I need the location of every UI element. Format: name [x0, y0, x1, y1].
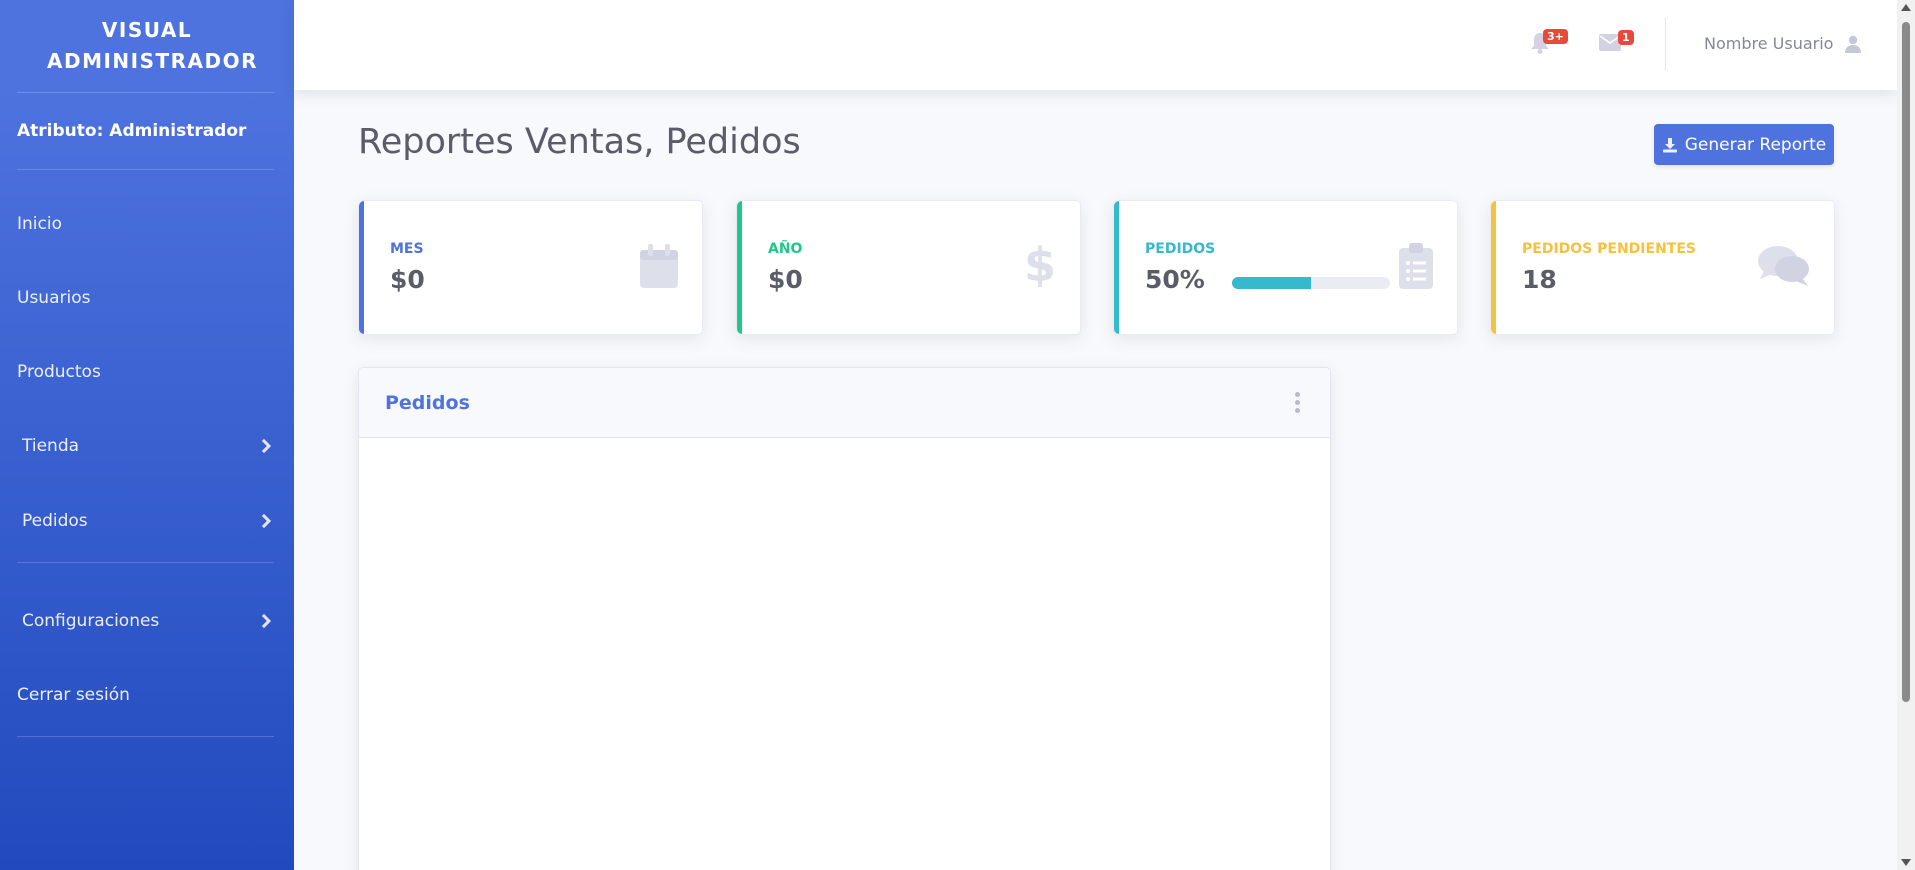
panel-title: Pedidos [385, 391, 470, 414]
user-menu[interactable]: Nombre Usuario [1704, 34, 1862, 53]
brand-text: VISUAL ADMINISTRADOR [47, 18, 259, 73]
sidebar-item-label: Pedidos [22, 511, 88, 531]
sidebar-item-pedidos[interactable]: Pedidos [0, 501, 294, 541]
card-accent [359, 201, 364, 334]
panel-body [359, 438, 1330, 870]
progress-fill [1232, 277, 1311, 289]
sidebar-item-label: Productos [17, 362, 101, 382]
card-accent [1114, 201, 1119, 334]
scroll-thumb[interactable] [1902, 22, 1910, 702]
pedidos-panel: Pedidos [358, 367, 1331, 870]
panel-header: Pedidos [359, 368, 1330, 438]
more-options-icon[interactable] [1291, 388, 1304, 417]
chevron-right-icon [256, 438, 272, 454]
sidebar-brand[interactable]: VISUAL ADMINISTRADOR [0, 0, 294, 92]
sidebar-item-usuarios[interactable]: Usuarios [0, 278, 294, 318]
messages-button[interactable]: 1 [1599, 30, 1634, 55]
page-scrollbar[interactable] [1897, 0, 1915, 870]
stat-card-pedidos: PEDIDOS 50% [1113, 200, 1458, 335]
sidebar-item-label: Usuarios [17, 288, 91, 308]
card-accent [737, 201, 742, 334]
sidebar-divider [17, 736, 274, 737]
sidebar: VISUAL ADMINISTRADOR Atributo: Administr… [0, 0, 294, 870]
chevron-right-icon [256, 613, 272, 629]
stat-card-pedidos-pendientes: PEDIDOS PENDIENTES 18 [1490, 200, 1835, 335]
card-label: MES [390, 241, 424, 257]
sidebar-item-configuraciones[interactable]: Configuraciones [0, 601, 294, 641]
stat-card-ano: AÑO $0 $ [736, 200, 1081, 335]
sidebar-item-label: Cerrar sesión [17, 685, 130, 705]
clipboard-list-icon [1399, 243, 1433, 289]
chevron-right-icon [256, 513, 272, 529]
dollar-icon: $ [1027, 241, 1053, 287]
sidebar-item-tienda[interactable]: Tienda [0, 426, 294, 466]
generate-report-label: Generar Reporte [1684, 134, 1827, 155]
alerts-badge: 3+ [1543, 29, 1568, 44]
sidebar-item-cerrar-sesion[interactable]: Cerrar sesión [0, 675, 294, 715]
generate-report-button[interactable]: Generar Reporte [1654, 124, 1834, 165]
scroll-down-arrow-icon[interactable] [1901, 859, 1911, 866]
card-value: 50% [1145, 265, 1205, 294]
topbar-divider [1665, 18, 1666, 70]
comments-icon [1758, 246, 1809, 286]
sidebar-item-productos[interactable]: Productos [0, 352, 294, 392]
download-icon [1662, 137, 1677, 152]
messages-badge: 1 [1618, 30, 1634, 45]
calendar-icon [640, 244, 678, 288]
sidebar-item-label: Tienda [22, 436, 80, 456]
sidebar-item-label: Inicio [17, 214, 62, 234]
card-accent [1491, 201, 1496, 334]
scroll-up-arrow-icon[interactable] [1901, 4, 1911, 11]
sidebar-item-inicio[interactable]: Inicio [0, 204, 294, 244]
card-value: 18 [1522, 265, 1557, 294]
svg-text:$: $ [1027, 241, 1053, 287]
card-value: $0 [768, 265, 803, 294]
card-label: AÑO [768, 241, 803, 257]
topbar: 3+ 1 Nombre Usuario [294, 0, 1897, 90]
card-label: PEDIDOS [1145, 241, 1216, 257]
user-name: Nombre Usuario [1704, 34, 1834, 53]
page-title: Reportes Ventas, Pedidos [358, 122, 801, 162]
card-value: $0 [390, 265, 425, 294]
card-label: PEDIDOS PENDIENTES [1522, 241, 1696, 257]
stat-card-mes: MES $0 [358, 200, 703, 335]
alerts-button[interactable]: 3+ [1530, 29, 1568, 58]
user-icon [1845, 35, 1862, 53]
pedidos-progress-bar [1232, 277, 1390, 289]
role-label: Atributo: Administrador [17, 121, 247, 141]
sidebar-item-label: Configuraciones [22, 611, 160, 631]
